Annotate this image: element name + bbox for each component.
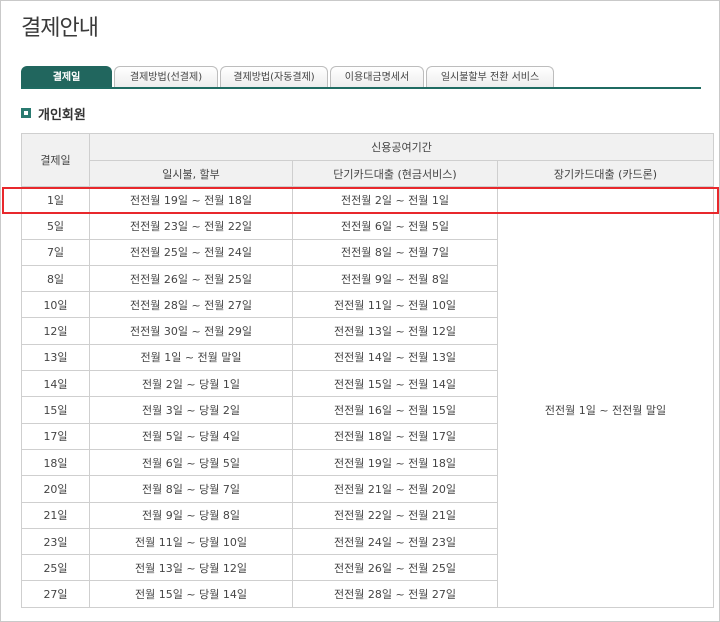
cell-installment-period: 전월 13일 ~ 당월 12일 [89,554,293,582]
cell-installment-period: 전월 9일 ~ 당월 8일 [89,501,293,529]
cell-cash-period: 전전월 21일 ~ 전월 20일 [292,475,498,503]
table-row: 1일 전전월 19일 ~ 전월 18일 전전월 2일 ~ 전월 1일 [21,185,714,214]
cell-installment-period: 전전월 28일 ~ 전월 27일 [89,291,293,319]
cell-cash-period: 전전월 2일 ~ 전월 1일 [292,185,498,214]
cell-cash-period: 전전월 22일 ~ 전월 21일 [292,501,498,529]
cell-payday: 20일 [21,475,90,503]
tab-underline [21,87,701,89]
tab-bar: 결제일 결제방법(선결제) 결제방법(자동결제) 이용대금명세서 일시불할부 전… [21,66,701,88]
cell-cash-period: 전전월 24일 ~ 전월 23일 [292,527,498,556]
cell-cash-period: 전전월 26일 ~ 전월 25일 [292,554,498,582]
cell-payday: 21일 [21,501,90,529]
tab-installment-conversion[interactable]: 일시불할부 전환 서비스 [426,66,554,88]
table-row: 5일 전전월 23일 ~ 전월 22일 전전월 6일 ~ 전월 5일 전전월 1일 ~… [21,212,714,608]
cell-installment-period: 전월 2일 ~ 당월 1일 [89,370,293,398]
cell-payday: 25일 [21,554,90,582]
cell-cash-period: 전전월 18일 ~ 전월 17일 [292,422,498,450]
cell-cash-period: 전전월 6일 ~ 전월 5일 [292,212,498,240]
cell-cash-period: 전전월 13일 ~ 전월 12일 [292,317,498,345]
cell-installment-period: 전전월 30일 ~ 전월 29일 [89,317,293,345]
cell-installment-period: 전월 15일 ~ 당월 14일 [89,580,293,608]
cell-cash-period: 전전월 15일 ~ 전월 14일 [292,370,498,398]
section-title: 개인회원 [38,108,86,123]
cell-installment-period: 전전월 26일 ~ 전월 25일 [89,264,293,293]
cell-loan-period [497,185,714,214]
tab-auto-payment[interactable]: 결제방법(자동결제) [220,66,328,88]
cell-cash-period: 전전월 14일 ~ 전월 13일 [292,343,498,372]
cell-cash-period: 전전월 19일 ~ 전월 18일 [292,448,498,477]
cell-payday: 1일 [21,185,90,214]
cell-payday: 12일 [21,317,90,345]
header-payday: 결제일 [21,133,90,187]
cell-installment-period: 전전월 23일 ~ 전월 22일 [89,212,293,240]
cell-payday: 7일 [21,238,90,266]
cell-cash-period: 전전월 9일 ~ 전월 8일 [292,264,498,293]
cell-installment-period: 전월 11일 ~ 당월 10일 [89,527,293,556]
payment-period-table: 결제일 신용공여기간 일시불, 할부 단기카드대출 (현금서비스) 장기카드대출… [21,133,714,608]
cell-payday: 5일 [21,212,90,240]
square-bullet-icon [21,108,31,118]
cell-installment-period: 전월 3일 ~ 당월 2일 [89,396,293,424]
tab-prepayment[interactable]: 결제방법(선결제) [114,66,218,88]
cell-installment-period: 전월 8일 ~ 당월 7일 [89,475,293,503]
cell-payday: 13일 [21,343,90,372]
tab-payment-day[interactable]: 결제일 [21,66,112,88]
header-card-loan: 장기카드대출 (카드론) [497,160,714,187]
header-cash-service: 단기카드대출 (현금서비스) [292,160,498,187]
cell-cash-period: 전전월 16일 ~ 전월 15일 [292,396,498,424]
cell-payday: 10일 [21,291,90,319]
cell-installment-period: 전월 6일 ~ 당월 5일 [89,448,293,477]
cell-installment-period: 전전월 19일 ~ 전월 18일 [89,185,293,214]
cell-payday: 27일 [21,580,90,608]
cell-loan-period-merged: 전전월 1일 ~ 전전월 말일 [497,212,714,608]
tab-statement[interactable]: 이용대금명세서 [330,66,424,88]
cell-cash-period: 전전월 11일 ~ 전월 10일 [292,291,498,319]
cell-payday: 15일 [21,396,90,424]
cell-installment-period: 전월 5일 ~ 당월 4일 [89,422,293,450]
cell-installment-period: 전전월 25일 ~ 전월 24일 [89,238,293,266]
header-installment: 일시불, 할부 [89,160,293,187]
cell-payday: 8일 [21,264,90,293]
cell-payday: 23일 [21,527,90,556]
cell-installment-period: 전월 1일 ~ 전월 말일 [89,343,293,372]
cell-cash-period: 전전월 8일 ~ 전월 7일 [292,238,498,266]
page-title: 결제안내 [21,16,99,41]
cell-payday: 14일 [21,370,90,398]
cell-cash-period: 전전월 28일 ~ 전월 27일 [292,580,498,608]
cell-payday: 18일 [21,448,90,477]
cell-payday: 17일 [21,422,90,450]
header-credit-period: 신용공여기간 [89,133,714,161]
